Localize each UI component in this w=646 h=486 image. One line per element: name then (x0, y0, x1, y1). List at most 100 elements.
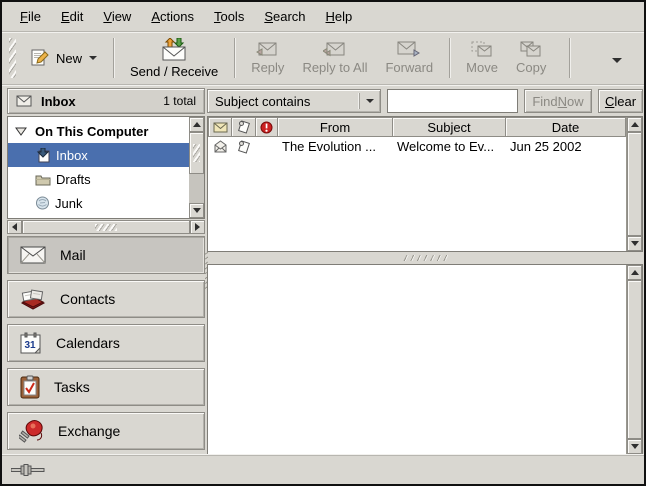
shortcut-contacts-button[interactable]: Contacts (7, 280, 205, 318)
online-connector-icon[interactable] (11, 464, 45, 476)
folder-tree-hscrollbar[interactable] (7, 220, 205, 234)
move-icon (471, 41, 493, 57)
message-list-main: From Subject Date The Evolution ... Wel (208, 117, 626, 251)
shortcut-mail-button[interactable]: Mail (7, 236, 205, 274)
arrow-down-icon (631, 444, 639, 449)
reply-to-all-icon (323, 41, 346, 57)
calendar-icon: 31 (19, 332, 43, 355)
search-criteria-value: Subject contains (215, 94, 310, 109)
shortcut-exchange-button[interactable]: Exchange (7, 412, 205, 450)
shortcut-tasks-button[interactable]: Tasks (7, 368, 205, 406)
copy-button[interactable]: Copy (507, 36, 555, 80)
shortcut-label: Calendars (56, 335, 120, 351)
scroll-up-button[interactable] (189, 117, 204, 132)
preview-scrollbar[interactable] (626, 265, 642, 454)
toolbar-grip[interactable] (9, 38, 16, 78)
column-date[interactable]: Date (506, 117, 626, 137)
forward-button[interactable]: Forward (376, 36, 442, 80)
tree-root-on-this-computer[interactable]: On This Computer (8, 119, 189, 143)
menu-edit[interactable]: Edit (51, 4, 93, 29)
search-bar: Subject contains Find Now Clear (207, 88, 643, 114)
menu-search[interactable]: Search (254, 4, 315, 29)
scrollbar-thumb[interactable] (627, 132, 642, 236)
scroll-up-button[interactable] (627, 265, 642, 280)
folder-title-bar: Inbox 1 total (7, 88, 205, 114)
scrollbar-thumb[interactable] (22, 220, 190, 234)
read-status-cell (208, 140, 232, 153)
send-receive-icon (160, 38, 188, 61)
reply-label: Reply (251, 60, 284, 75)
tree-item-inbox[interactable]: Inbox (8, 143, 189, 167)
message-subject: Welcome to Ev... (393, 139, 506, 154)
envelope-icon (16, 95, 32, 107)
scrollbar-track[interactable] (189, 174, 204, 203)
svg-text:31: 31 (24, 340, 36, 351)
tasks-icon (19, 375, 41, 399)
folder-message-count: 1 total (163, 94, 196, 108)
toolbar-separator (234, 38, 235, 78)
shortcut-label: Contacts (60, 291, 115, 307)
shortcut-label: Exchange (58, 423, 120, 439)
copy-icon (520, 41, 542, 57)
find-now-button[interactable]: Find Now (524, 89, 592, 113)
important-column-icon (260, 121, 273, 134)
menu-help[interactable]: Help (316, 4, 363, 29)
reply-button[interactable]: Reply (242, 36, 293, 80)
list-preview-splitter[interactable] (207, 252, 643, 264)
column-subject[interactable]: Subject (393, 117, 506, 137)
arrow-left-icon (12, 223, 17, 231)
menu-tools[interactable]: Tools (204, 4, 254, 29)
message-row[interactable]: The Evolution ... Welcome to Ev... Jun 2… (208, 137, 626, 156)
move-label: Move (466, 60, 498, 75)
copy-label: Copy (516, 60, 546, 75)
move-button[interactable]: Move (457, 36, 507, 80)
reply-icon (256, 41, 279, 57)
preview-body[interactable] (208, 265, 626, 454)
menu-view[interactable]: View (93, 4, 141, 29)
search-input[interactable] (387, 89, 518, 113)
message-list-scrollbar[interactable] (626, 117, 642, 251)
contacts-icon (19, 288, 47, 310)
search-criteria-dropdown[interactable]: Subject contains (207, 89, 381, 113)
new-button[interactable]: New (21, 36, 106, 80)
shortcut-label: Tasks (54, 379, 90, 395)
scroll-down-button[interactable] (627, 236, 642, 251)
clear-button[interactable]: Clear (598, 89, 643, 113)
arrow-up-icon (631, 122, 639, 127)
menu-file[interactable]: File (10, 4, 51, 29)
shortcut-calendars-button[interactable]: 31 Calendars (7, 324, 205, 362)
column-message-status[interactable] (208, 117, 232, 137)
toolbar-separator (113, 38, 114, 78)
folder-tree-scrollbar[interactable] (189, 117, 204, 218)
send-receive-button[interactable]: Send / Receive (121, 35, 227, 82)
scrollbar-thumb[interactable] (189, 132, 204, 174)
column-from[interactable]: From (278, 117, 393, 137)
expander-icon[interactable] (15, 127, 27, 136)
tree-item-drafts[interactable]: Drafts (8, 167, 189, 191)
reply-to-all-button[interactable]: Reply to All (293, 36, 376, 80)
arrow-up-icon (631, 270, 639, 275)
reply-to-all-label: Reply to All (302, 60, 367, 75)
envelope-column-icon (213, 122, 228, 133)
message-list-header: From Subject Date (208, 117, 626, 137)
folder-title: Inbox (41, 94, 76, 109)
scrollbar-thumb[interactable] (627, 280, 642, 439)
exchange-plug-icon (19, 419, 45, 443)
scroll-up-button[interactable] (627, 117, 642, 132)
column-important[interactable] (256, 117, 278, 137)
scroll-right-button[interactable] (190, 220, 205, 234)
menu-actions[interactable]: Actions (141, 4, 204, 29)
toolbar-overflow-button[interactable] (606, 45, 628, 72)
scroll-left-button[interactable] (7, 220, 22, 234)
toolbar-separator (449, 38, 450, 78)
toolbar: New Send / Receive Reply Reply to All (2, 32, 644, 85)
arrow-down-icon (631, 241, 639, 246)
tree-item-junk[interactable]: Junk (8, 191, 189, 215)
chevron-down-icon (612, 58, 622, 63)
chevron-down-icon (366, 99, 374, 103)
toolbar-separator (569, 38, 570, 78)
preview-pane (207, 264, 643, 455)
scroll-down-button[interactable] (189, 203, 204, 218)
scroll-down-button[interactable] (627, 439, 642, 454)
column-flag[interactable] (232, 117, 256, 137)
